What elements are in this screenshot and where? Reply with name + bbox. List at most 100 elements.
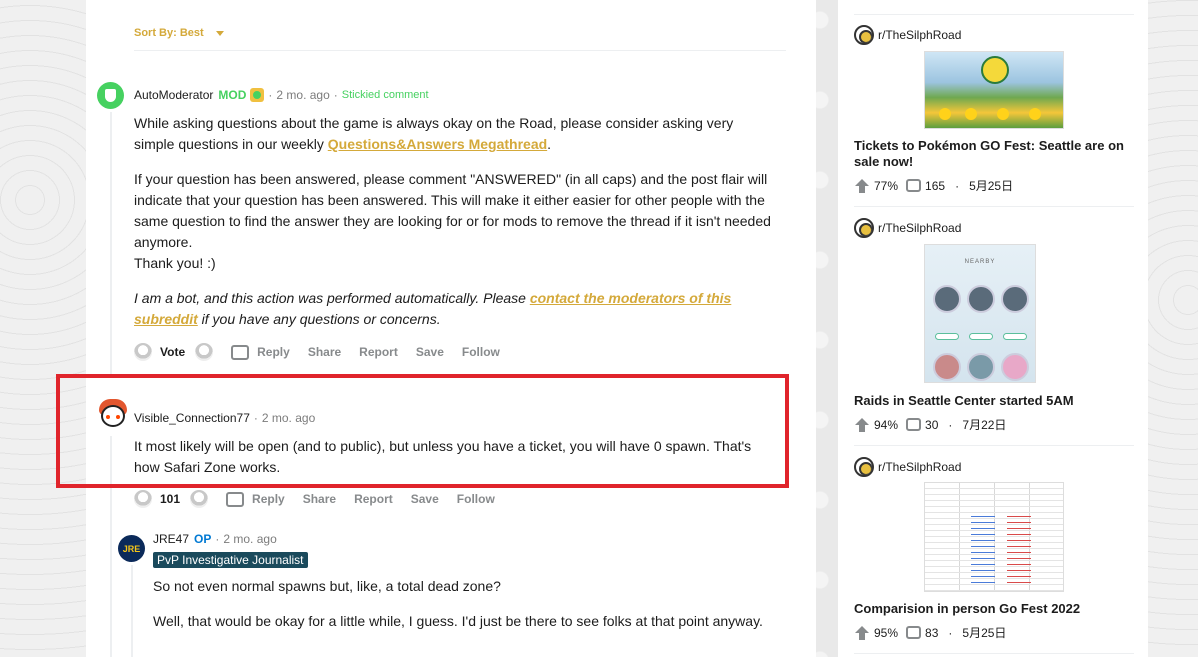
subreddit-link[interactable]: r/TheSilphRoad bbox=[854, 457, 961, 477]
separator: · bbox=[253, 411, 258, 425]
vote-count: 101 bbox=[160, 492, 181, 506]
downvote-icon[interactable] bbox=[190, 490, 209, 508]
reply-icon[interactable] bbox=[231, 344, 250, 360]
comment-meta: Visible_Connection77 · 2 mo. ago bbox=[134, 411, 315, 425]
save-button[interactable]: Save bbox=[411, 492, 439, 506]
divider bbox=[854, 206, 1134, 207]
sort-dropdown[interactable]: Sort By: Best bbox=[134, 27, 224, 39]
upvote-icon[interactable] bbox=[134, 343, 152, 361]
comment-text: So not even normal spawns but, like, a t… bbox=[153, 578, 501, 594]
reply-button[interactable]: Reply bbox=[257, 345, 290, 359]
shield-icon bbox=[105, 89, 116, 102]
post-stats: 77% 165 · 5月25日 bbox=[854, 177, 1013, 194]
comment-text: Well, that would be okay for a little wh… bbox=[153, 613, 763, 629]
avatar[interactable] bbox=[97, 82, 124, 109]
separator: · bbox=[948, 625, 953, 640]
related-posts-sidebar: r/TheSilphRoad Tickets to Pokémon GO Fes… bbox=[838, 0, 1148, 657]
reply-icon[interactable] bbox=[226, 491, 245, 507]
follow-button[interactable]: Follow bbox=[457, 492, 495, 506]
post-thumbnail[interactable] bbox=[924, 482, 1064, 592]
subreddit-link[interactable]: r/TheSilphRoad bbox=[854, 25, 961, 45]
op-badge: OP bbox=[194, 532, 212, 546]
subreddit-icon bbox=[854, 218, 874, 238]
table-column-shape bbox=[1007, 513, 1031, 583]
upvote-icon bbox=[854, 625, 870, 640]
post-stats: 95% 83 · 5月25日 bbox=[854, 624, 1006, 641]
sort-label: Sort By: Best bbox=[134, 27, 204, 39]
save-button[interactable]: Save bbox=[416, 345, 444, 359]
comment-meta: AutoModerator MOD · 2 mo. ago · Stickied… bbox=[134, 88, 429, 102]
thread-line[interactable] bbox=[131, 565, 133, 657]
view-button-icon bbox=[1003, 333, 1027, 340]
megathread-link[interactable]: Questions&Answers Megathread bbox=[328, 136, 547, 152]
avatar[interactable] bbox=[96, 397, 128, 433]
comment-text: Thank you! :) bbox=[134, 255, 216, 271]
background-right bbox=[1148, 0, 1198, 657]
post-title[interactable]: Tickets to Pokémon GO Fest: Seattle are … bbox=[854, 138, 1139, 170]
subreddit-icon bbox=[854, 457, 874, 477]
share-button[interactable]: Share bbox=[308, 345, 341, 359]
post-date: 5月25日 bbox=[962, 626, 1007, 640]
divider bbox=[854, 653, 1134, 654]
comment-icon bbox=[906, 418, 922, 431]
flower-icon bbox=[997, 108, 1009, 120]
comment-count: 83 bbox=[925, 625, 939, 640]
reply-button[interactable]: Reply bbox=[252, 492, 285, 506]
author-link[interactable]: AutoModerator bbox=[134, 88, 213, 102]
author-link[interactable]: JRE47 bbox=[153, 532, 189, 546]
separator: · bbox=[333, 88, 338, 102]
user-flair: PvP Investigative Journalist bbox=[153, 552, 308, 568]
separator: · bbox=[948, 417, 953, 432]
post-title[interactable]: Raids in Seattle Center started 5AM bbox=[854, 393, 1139, 409]
post-title[interactable]: Comparision in person Go Fest 2022 bbox=[854, 601, 1139, 617]
comment-icon bbox=[906, 179, 922, 192]
mod-flair-icon bbox=[250, 88, 265, 102]
divider bbox=[854, 14, 1134, 15]
mod-badge: MOD bbox=[218, 88, 247, 102]
follow-button[interactable]: Follow bbox=[462, 345, 500, 359]
pokemon-icon bbox=[1001, 285, 1029, 313]
timestamp[interactable]: 2 mo. ago bbox=[276, 88, 329, 102]
upvote-ratio: 94% bbox=[874, 417, 899, 432]
thumbnail-caption: NEARBY bbox=[964, 259, 996, 265]
comment-text: . bbox=[547, 136, 552, 152]
downvote-icon[interactable] bbox=[195, 343, 214, 361]
timestamp[interactable]: 2 mo. ago bbox=[223, 532, 276, 546]
subreddit-name: r/TheSilphRoad bbox=[878, 460, 962, 474]
pokemon-icon bbox=[967, 353, 995, 381]
post-thumbnail[interactable]: NEARBY bbox=[924, 244, 1036, 383]
subreddit-name: r/TheSilphRoad bbox=[878, 221, 962, 235]
report-button[interactable]: Report bbox=[354, 492, 393, 506]
comment-actions: 101 Reply Share Report Save Follow bbox=[134, 490, 513, 508]
view-button-icon bbox=[935, 333, 959, 340]
timestamp[interactable]: 2 mo. ago bbox=[262, 411, 315, 425]
author-link[interactable]: Visible_Connection77 bbox=[134, 411, 250, 425]
comment-body: It most likely will be open (and to publ… bbox=[134, 438, 752, 475]
upvote-icon[interactable] bbox=[134, 490, 152, 508]
report-button[interactable]: Report bbox=[359, 345, 398, 359]
comment-text: I am a bot, and this action was performe… bbox=[134, 290, 530, 306]
comment-actions: Vote Reply Share Report Save Follow bbox=[134, 343, 518, 361]
pokemon-icon bbox=[1001, 353, 1029, 381]
post-stats: 94% 30 · 7月22日 bbox=[854, 416, 1006, 433]
comment-icon bbox=[906, 626, 922, 639]
subreddit-name: r/TheSilphRoad bbox=[878, 28, 962, 42]
subreddit-link[interactable]: r/TheSilphRoad bbox=[854, 218, 961, 238]
avatar[interactable]: JRE bbox=[118, 535, 145, 562]
pokemon-icon bbox=[933, 353, 961, 381]
vote-count: Vote bbox=[160, 345, 186, 359]
upvote-icon bbox=[854, 178, 870, 193]
upvote-ratio: 95% bbox=[874, 625, 899, 640]
comment-text: If your question has been answered, plea… bbox=[134, 171, 771, 250]
share-button[interactable]: Share bbox=[303, 492, 336, 506]
stickied-label: Stickied comment bbox=[341, 89, 429, 101]
divider bbox=[854, 445, 1134, 446]
thread-line[interactable] bbox=[110, 112, 112, 377]
comment-count: 165 bbox=[925, 178, 946, 193]
comment-text: if you have any questions or concerns. bbox=[197, 311, 441, 327]
separator: · bbox=[955, 178, 960, 193]
thread-line[interactable] bbox=[110, 436, 112, 657]
post-thumbnail[interactable] bbox=[924, 51, 1064, 129]
separator: · bbox=[268, 88, 273, 102]
background-left bbox=[0, 0, 86, 657]
